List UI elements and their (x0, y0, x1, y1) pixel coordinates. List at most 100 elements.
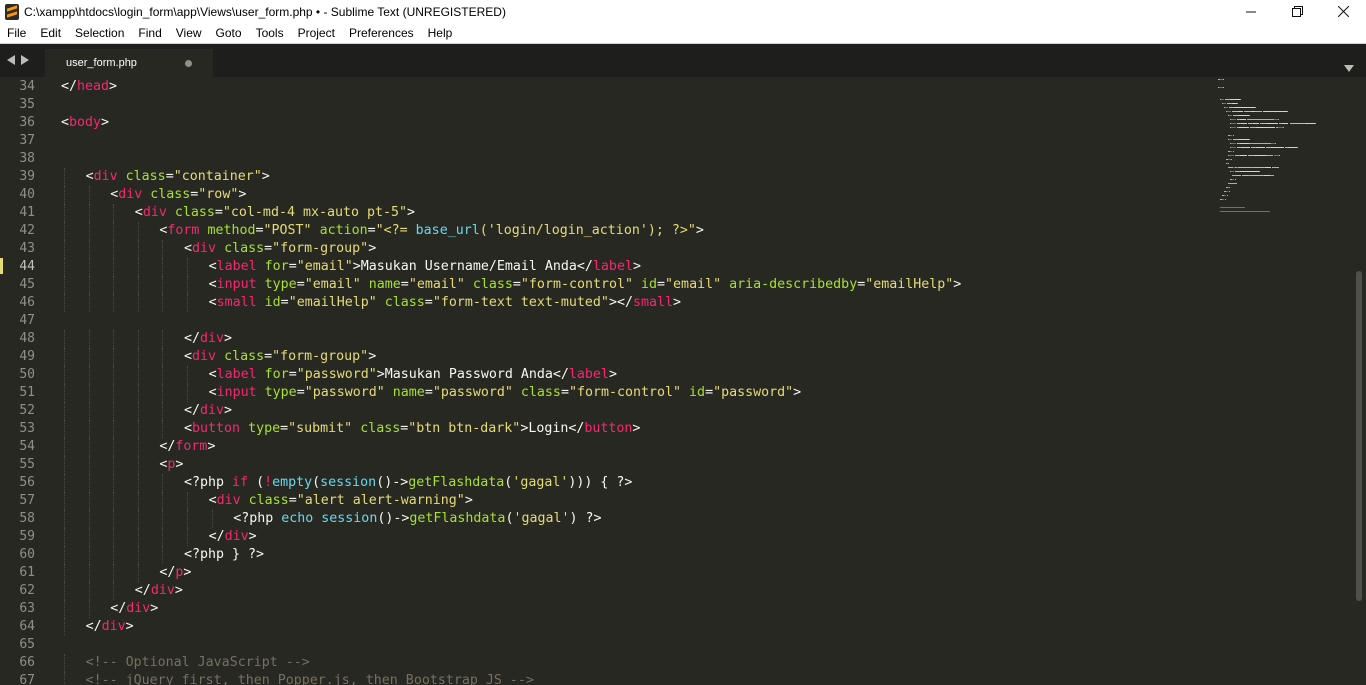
scrollbar-thumb[interactable] (1356, 271, 1362, 601)
indent-guide (64, 294, 65, 312)
code-line[interactable]: </div> (184, 330, 232, 348)
code-line[interactable]: </p> (159, 564, 191, 582)
line-number: 60 (19, 547, 35, 562)
indent-guide (137, 510, 139, 528)
code-token: { ?> (592, 475, 633, 490)
code-token: < (208, 493, 217, 508)
tab-prev-button[interactable] (6, 54, 16, 66)
indent-guide (162, 510, 164, 528)
code-token: div (118, 187, 143, 202)
line-number: 55 (19, 457, 35, 472)
code-token: "password" (296, 367, 377, 382)
indent-guide (88, 600, 90, 618)
minimize-button[interactable] (1228, 0, 1274, 23)
menu-project[interactable]: Project (291, 23, 342, 43)
line-number: 43 (19, 241, 35, 256)
close-button[interactable] (1320, 0, 1366, 23)
code-line[interactable]: <body> (61, 114, 109, 132)
code-line[interactable]: <?php if (!empty(session()->getFlashdata… (184, 474, 632, 492)
code-line[interactable]: <div class="row"> (110, 186, 246, 204)
code-token: 'gagal' (513, 511, 570, 526)
code-token: for (264, 259, 289, 274)
code-token: = (264, 241, 273, 256)
code-token: class (174, 205, 215, 220)
code-line[interactable]: </form> (159, 438, 215, 456)
menu-file[interactable]: File (0, 23, 33, 43)
menu-help[interactable]: Help (421, 23, 460, 43)
minimap-stroke (1255, 127, 1276, 128)
code-line[interactable]: <label for="email">Masukan Username/Emai… (209, 258, 641, 276)
code-line[interactable]: <input type="password" name="password" c… (209, 384, 802, 402)
tab-user-form[interactable]: user_form.php (45, 49, 213, 78)
minimap-stroke (1239, 127, 1250, 128)
menu-goto[interactable]: Goto (209, 23, 249, 43)
menu-selection[interactable]: Selection (68, 23, 131, 43)
unsaved-dot-icon[interactable] (185, 60, 192, 67)
indent-guide (137, 528, 139, 546)
code-line[interactable]: <div class="alert alert-warning"> (209, 492, 473, 510)
menu-edit[interactable]: Edit (33, 23, 68, 43)
indent-guide (113, 420, 115, 438)
vertical-scrollbar[interactable] (1352, 77, 1366, 685)
code-line[interactable]: </div> (86, 618, 134, 636)
indent-guide (64, 222, 65, 240)
code-line[interactable]: <button type="submit" class="btn btn-dar… (184, 420, 640, 438)
indent-guide (88, 420, 90, 438)
code-line[interactable]: </head> (61, 78, 117, 96)
indent-guide (113, 294, 115, 312)
minimap[interactable] (1218, 77, 1330, 237)
code-line[interactable]: <!-- jQuery first, then Popper.js, then … (86, 672, 534, 685)
code-line[interactable]: <small id="emailHelp" class="form-text t… (209, 294, 681, 312)
code-line[interactable]: <div class="form-group"> (184, 348, 376, 366)
indent-guide (113, 222, 115, 240)
code-line[interactable]: </div> (184, 402, 232, 420)
indent-guide (137, 474, 139, 492)
menu-find[interactable]: Find (131, 23, 168, 43)
menu-view[interactable]: View (169, 23, 209, 43)
restore-icon (1291, 6, 1303, 17)
code-line[interactable]: <div class="form-group"> (184, 240, 376, 258)
indent-guide (137, 258, 139, 276)
code-token: "emailHelp" (865, 277, 954, 292)
code-token: > (101, 115, 110, 130)
code-token: <?php (184, 475, 233, 490)
code-token: div (93, 169, 118, 184)
menu-preferences[interactable]: Preferences (342, 23, 421, 43)
editor[interactable]: 34 35 36 37 38 39 40 41 42 43 44 45 46 47 48 49 50 51 52 53… (0, 77, 1366, 685)
line-number: 51 (19, 385, 35, 400)
tab-label: user_form.php (66, 57, 137, 69)
code-token: = (424, 295, 433, 310)
indent-guide (88, 474, 90, 492)
code-line[interactable]: <!-- Optional JavaScript --> (86, 654, 310, 672)
code-line[interactable]: <?php } ?> (184, 546, 264, 564)
restore-button[interactable] (1274, 0, 1320, 23)
indent-guide (113, 384, 115, 402)
code-line[interactable]: <div class="container"> (86, 168, 270, 186)
minimap-stroke (1287, 147, 1297, 148)
code-area[interactable]: </head> <body> <div class="container"> <div… (61, 77, 1211, 685)
code-line[interactable]: </div> (110, 600, 158, 618)
code-token: ()-> (377, 511, 410, 526)
code-line[interactable]: </div> (209, 528, 257, 546)
code-line[interactable]: <form method="POST" action="<?= base_url… (159, 222, 704, 240)
code-line[interactable]: <p> (159, 456, 183, 474)
code-token: "form-control" (568, 385, 682, 400)
code-line[interactable]: <?php echo session()->getFlashdata('gaga… (233, 510, 601, 528)
tab-list-button[interactable] (1344, 57, 1354, 76)
code-line[interactable]: <input type="email" name="email" class="… (209, 276, 962, 294)
minimap-stroke (1253, 123, 1260, 124)
indent-guide (88, 528, 90, 546)
code-token: class (520, 385, 561, 400)
tab-next-button[interactable] (20, 54, 30, 66)
code-line[interactable]: <div class="col-md-4 mx-auto pt-5"> (135, 204, 415, 222)
code-token: echo (281, 511, 314, 526)
code-line[interactable]: </div> (135, 582, 183, 600)
window-controls (1228, 0, 1366, 23)
minimap-stroke (1249, 115, 1250, 116)
code-line[interactable]: <label for="password">Masukan Password A… (209, 366, 617, 384)
indent-guide (88, 348, 90, 366)
menu-tools[interactable]: Tools (249, 23, 291, 43)
